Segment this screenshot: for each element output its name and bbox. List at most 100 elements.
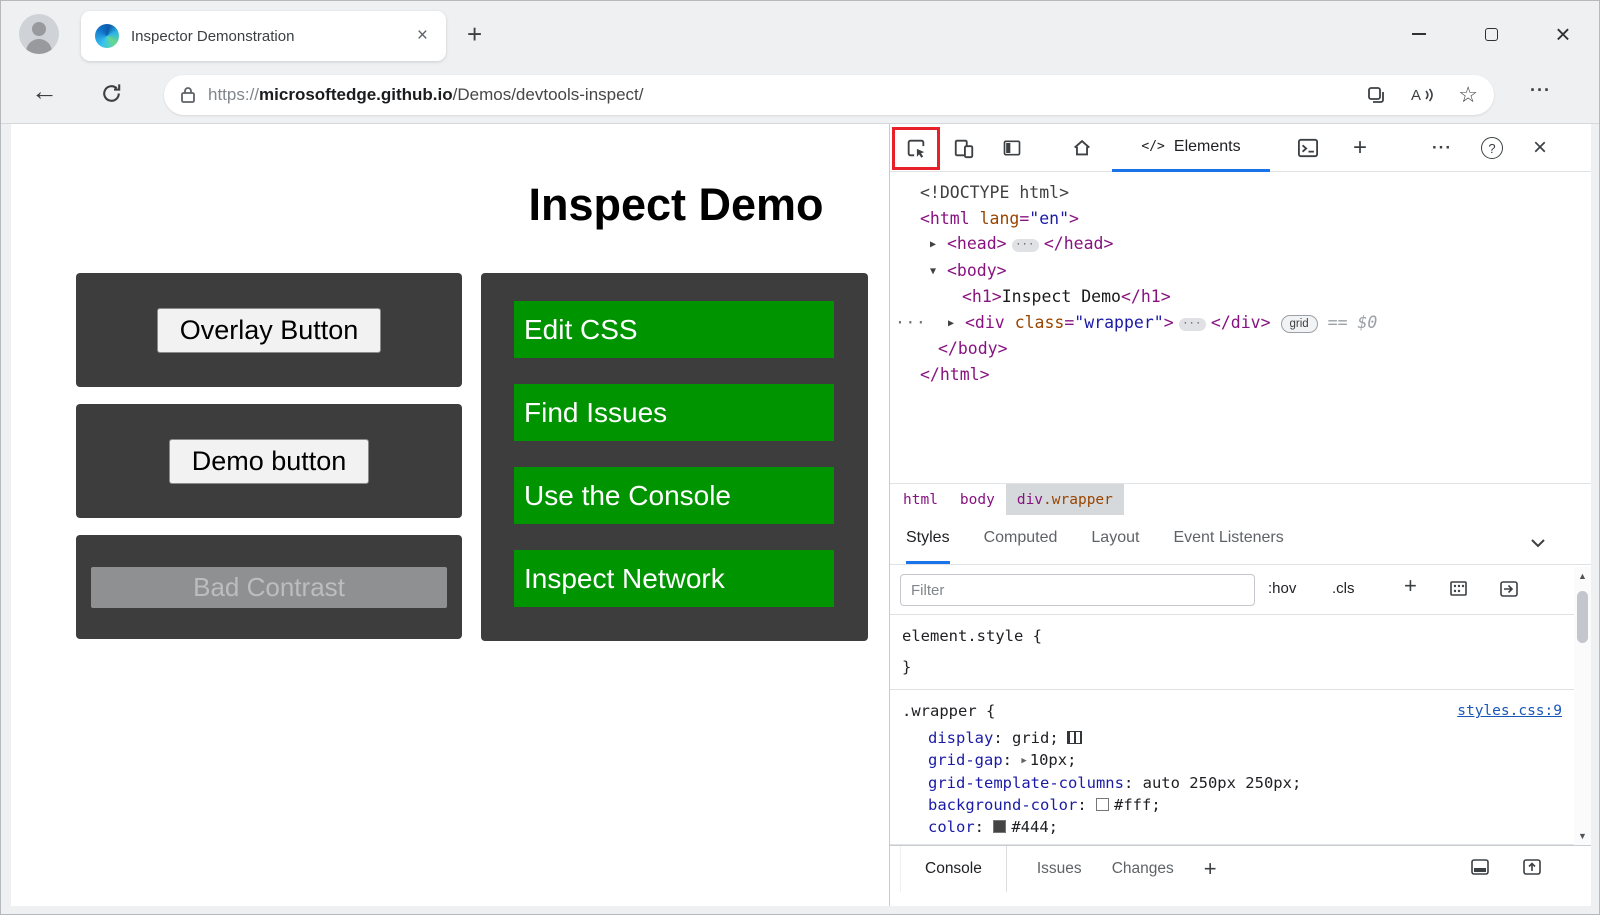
avatar-head-icon	[32, 22, 46, 36]
element-style-open[interactable]: element.style {	[902, 621, 1562, 652]
read-aloud-icon[interactable]: A	[1410, 85, 1434, 105]
expand-drawer-icon[interactable]	[1523, 859, 1541, 880]
dock-side-button[interactable]	[994, 132, 1030, 164]
dom-html-open[interactable]: <html lang="en">	[890, 206, 1591, 232]
drawer-tab-issues[interactable]: Issues	[1037, 860, 1082, 878]
css-prop-grid-gap[interactable]: grid-gap: ▶10px;	[902, 749, 1562, 772]
tab-layout[interactable]: Layout	[1091, 515, 1139, 564]
help-button[interactable]: ?	[1474, 132, 1510, 164]
drawer-icons	[1471, 859, 1541, 880]
code-token: grid-gap	[928, 751, 1003, 769]
element-style-close[interactable]: }	[902, 652, 1562, 683]
code-token: >	[1069, 209, 1079, 228]
overlay-button[interactable]: Overlay Button	[157, 308, 382, 353]
address-bar[interactable]: https://microsoftedge.github.io/Demos/de…	[164, 75, 1494, 115]
dom-head-node[interactable]: ▶<head>···</head>	[890, 231, 1591, 258]
scroll-down-icon[interactable]: ▼	[1574, 831, 1591, 841]
refresh-icon	[99, 81, 124, 106]
elements-code-icon: </>	[1141, 139, 1164, 154]
collections-icon[interactable]	[1366, 85, 1386, 105]
minimize-button[interactable]	[1383, 1, 1455, 67]
devtools-menu-button[interactable]: ···	[1424, 132, 1460, 164]
browser-tab[interactable]: Inspector Demonstration ×	[81, 11, 446, 61]
scroll-up-icon[interactable]: ▲	[1574, 571, 1591, 581]
back-button[interactable]: ←	[31, 76, 58, 107]
drawer-add-tab-button[interactable]: +	[1204, 856, 1217, 882]
toggle-class-button[interactable]: .cls	[1332, 580, 1355, 597]
lock-icon[interactable]	[180, 86, 196, 104]
tab-close-icon[interactable]: ×	[413, 25, 432, 47]
demo-button[interactable]: Demo button	[169, 439, 370, 484]
device-emulation-button[interactable]	[946, 132, 982, 164]
chevron-down-icon[interactable]	[1531, 535, 1545, 553]
code-token: grid	[1281, 315, 1318, 333]
code-token: ▼	[930, 259, 947, 285]
code-token: color	[928, 818, 975, 836]
code-token: <div	[965, 313, 1005, 332]
new-tab-button[interactable]: +	[467, 19, 482, 50]
code-token: <h1>	[962, 287, 1002, 306]
css-prop-background-color[interactable]: background-color: #fff;	[902, 794, 1562, 816]
navigation-bar: ← https://microsoftedge.github.io/Demos/…	[1, 67, 1599, 124]
element-states-icon[interactable]	[1450, 581, 1467, 601]
window-close-button[interactable]: ×	[1527, 1, 1599, 67]
styles-scrollbar[interactable]: ▲ ▼	[1574, 567, 1591, 845]
profile-avatar[interactable]	[19, 14, 59, 54]
code-token: 10px	[1030, 751, 1067, 769]
code-token: ;	[1292, 774, 1301, 792]
find-issues-link[interactable]: Find Issues	[514, 384, 834, 441]
refresh-button[interactable]	[99, 81, 124, 111]
code-token: html	[903, 492, 938, 508]
use-console-link[interactable]: Use the Console	[514, 467, 834, 524]
drawer-tab-changes[interactable]: Changes	[1112, 860, 1174, 878]
inspect-network-link[interactable]: Inspect Network	[514, 550, 834, 607]
css-source-link[interactable]: styles.css:9	[1457, 696, 1562, 727]
toggle-hover-state-button[interactable]: :hov	[1268, 580, 1296, 597]
code-token: grid-template-columns	[928, 774, 1124, 792]
code-token: ;	[1151, 796, 1160, 814]
dom-body-close[interactable]: </body>	[890, 336, 1591, 362]
console-icon	[1297, 138, 1319, 158]
maximize-icon	[1485, 28, 1498, 41]
more-tabs-button[interactable]: +	[1342, 132, 1378, 164]
tab-elements[interactable]: </> Elements	[1112, 124, 1270, 172]
wrapper-selector[interactable]: .wrapper {	[902, 696, 995, 727]
home-button[interactable]	[1064, 132, 1100, 164]
css-prop-display[interactable]: display: grid;	[902, 727, 1562, 749]
scrollbar-thumb[interactable]	[1577, 591, 1588, 643]
tab-bar: Inspector Demonstration × + ×	[1, 1, 1599, 67]
code-token: #444	[1011, 818, 1048, 836]
tab-computed[interactable]: Computed	[984, 515, 1058, 564]
css-prop-color[interactable]: color: #444;	[902, 816, 1562, 838]
browser-menu-button[interactable]: ···	[1530, 80, 1551, 101]
dom-div-wrapper-node[interactable]: ···▶<div class="wrapper">···</div>grid =…	[890, 310, 1591, 337]
maximize-button[interactable]	[1455, 1, 1527, 67]
open-styles-panel-icon[interactable]	[1500, 581, 1518, 602]
dock-bottom-icon[interactable]	[1471, 859, 1489, 880]
dom-html-close[interactable]: </html>	[890, 362, 1591, 388]
bad-contrast-container: Bad Contrast	[76, 535, 462, 639]
breadcrumb-div-wrapper[interactable]: div.wrapper	[1006, 484, 1124, 515]
dom-h1-node[interactable]: <h1>Inspect Demo</h1>	[890, 284, 1591, 310]
new-style-rule-button[interactable]: +	[1404, 573, 1417, 599]
code-token: ;	[1049, 818, 1058, 836]
code-token: ▶	[930, 232, 947, 258]
breadcrumb-body[interactable]: body	[949, 484, 1006, 515]
drawer-tab-console[interactable]: Console	[900, 846, 1007, 892]
code-token: ;	[1067, 751, 1076, 769]
css-prop-grid-template-columns[interactable]: grid-template-columns: auto 250px 250px;	[902, 772, 1562, 794]
devtools-close-button[interactable]: ×	[1522, 132, 1558, 164]
console-drawer-button[interactable]	[1290, 132, 1326, 164]
edit-css-link[interactable]: Edit CSS	[514, 301, 834, 358]
code-token: <!DOCTYPE html>	[920, 183, 1069, 202]
tab-styles[interactable]: Styles	[906, 515, 950, 564]
dom-doctype[interactable]: <!DOCTYPE html>	[890, 180, 1591, 206]
tab-event-listeners[interactable]: Event Listeners	[1173, 515, 1283, 564]
dom-body-open[interactable]: ▼<body>	[890, 258, 1591, 285]
style-filter-input[interactable]	[900, 574, 1255, 606]
breadcrumb-html[interactable]: html	[892, 484, 949, 515]
favorites-star-icon[interactable]: ☆	[1458, 85, 1478, 105]
code-token: :	[1077, 796, 1096, 814]
bad-contrast-button[interactable]: Bad Contrast	[91, 567, 447, 608]
home-icon	[1071, 137, 1093, 159]
